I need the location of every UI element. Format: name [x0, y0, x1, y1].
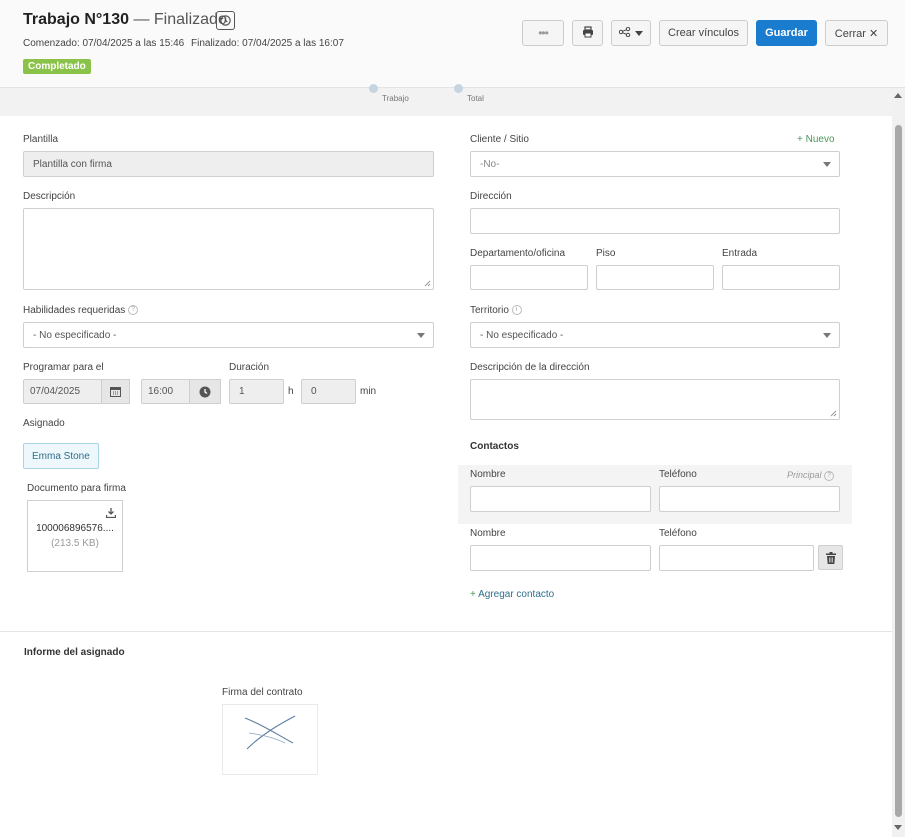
- chevron-down-icon: [417, 333, 425, 338]
- plus-icon: +: [797, 134, 803, 145]
- help-icon[interactable]: ?: [128, 305, 139, 316]
- share-button[interactable]: [611, 20, 651, 46]
- entrance-input[interactable]: [722, 265, 840, 290]
- resize-handle-icon: [424, 280, 431, 287]
- territory-select[interactable]: - No especificado -: [470, 322, 840, 348]
- address-label: Dirección: [470, 191, 512, 202]
- report-title: Informe del asignado: [24, 647, 125, 658]
- save-button[interactable]: Guardar: [756, 20, 817, 46]
- total-time-icon: [454, 84, 463, 93]
- skills-label: Habilidades requeridas ?: [23, 305, 139, 316]
- contact-phone-input[interactable]: [659, 545, 814, 571]
- territory-label: Territorio i: [470, 305, 522, 316]
- started-time: Comenzado: 07/04/2025 a las 15:46: [23, 38, 185, 49]
- add-contact-link[interactable]: + Agregar contacto: [470, 589, 554, 600]
- schedule-label: Programar para el: [23, 362, 104, 373]
- chevron-down-icon: [823, 333, 831, 338]
- client-label: Cliente / Sitio: [470, 134, 529, 145]
- plus-icon: +: [470, 589, 476, 600]
- time-summary-strip: [0, 88, 892, 116]
- print-button[interactable]: [572, 20, 603, 46]
- skills-select[interactable]: - No especificado -: [23, 322, 434, 348]
- time-input[interactable]: 16:00: [141, 379, 191, 404]
- document-card[interactable]: 100006896576.... (213.5 KB): [27, 500, 123, 572]
- signature-image[interactable]: [222, 704, 318, 775]
- contact-phone-input[interactable]: [659, 486, 840, 512]
- signature-label: Firma del contrato: [222, 687, 303, 698]
- history-icon[interactable]: [216, 11, 235, 30]
- download-icon: [106, 508, 116, 518]
- clock-icon[interactable]: [189, 379, 221, 404]
- share-icon: [618, 26, 631, 40]
- contact-name-label: Nombre: [470, 528, 506, 539]
- minutes-unit: min: [360, 386, 377, 397]
- client-select[interactable]: -No-: [470, 151, 840, 177]
- delete-contact-button[interactable]: [818, 545, 843, 570]
- close-button[interactable]: Cerrar ✕: [825, 20, 888, 46]
- scroll-down-icon[interactable]: [894, 825, 902, 830]
- contact-name-input[interactable]: [470, 486, 651, 512]
- contact-phone-label: Teléfono: [659, 469, 697, 480]
- new-client-link[interactable]: + Nuevo: [797, 134, 835, 145]
- help-icon[interactable]: i: [511, 305, 522, 316]
- duration-minutes-input[interactable]: 0: [301, 379, 356, 404]
- assigned-label: Asignado: [23, 418, 65, 429]
- department-label: Departamento/oficina: [470, 248, 566, 259]
- contacts-title: Contactos: [470, 441, 519, 452]
- floor-input[interactable]: [596, 265, 714, 290]
- more-button[interactable]: •••: [522, 20, 564, 46]
- principal-label: Principal ?: [787, 470, 835, 481]
- chevron-down-icon: [635, 30, 643, 36]
- create-links-button[interactable]: Crear vínculos: [659, 20, 748, 46]
- help-icon[interactable]: ?: [824, 470, 835, 481]
- address-description-label: Descripción de la dirección: [470, 362, 590, 373]
- assignee-chip[interactable]: Emma Stone: [23, 443, 99, 469]
- department-input[interactable]: [470, 265, 588, 290]
- duration-label: Duración: [229, 362, 270, 373]
- description-label: Descripción: [23, 191, 76, 202]
- resize-handle-icon: [830, 410, 837, 417]
- scroll-up-icon[interactable]: [894, 93, 902, 98]
- contact-name-label: Nombre: [470, 469, 506, 480]
- finished-time: Finalizado: 07/04/2025 a las 16:07: [191, 38, 344, 49]
- document-name: 100006896576....: [36, 523, 114, 534]
- header-bar: Trabajo N°130 — Finalizado Comenzado: 07…: [0, 0, 905, 88]
- scrollbar-thumb[interactable]: [895, 125, 902, 817]
- contact-name-input[interactable]: [470, 545, 651, 571]
- contact-phone-label: Teléfono: [659, 528, 697, 539]
- strip-label-work: Trabajo: [382, 94, 409, 103]
- template-field[interactable]: Plantilla con firma: [23, 151, 434, 177]
- date-input[interactable]: 07/04/2025: [23, 379, 102, 404]
- chevron-down-icon: [823, 162, 831, 167]
- template-label: Plantilla: [23, 134, 59, 145]
- entrance-label: Entrada: [722, 248, 758, 259]
- page-title: Trabajo N°130 — Finalizado: [23, 11, 227, 28]
- duration-hours-input[interactable]: 1: [229, 379, 284, 404]
- calendar-icon[interactable]: [101, 379, 130, 404]
- description-textarea[interactable]: [23, 208, 434, 290]
- work-time-icon: [369, 84, 378, 93]
- status-badge: Completado: [23, 59, 91, 74]
- document-size: (213.5 KB): [51, 538, 99, 549]
- hours-unit: h: [288, 386, 294, 397]
- printer-icon: [582, 25, 594, 41]
- floor-label: Piso: [596, 248, 616, 259]
- strip-label-total: Total: [467, 94, 484, 103]
- address-input[interactable]: [470, 208, 840, 234]
- trash-icon: [825, 551, 836, 564]
- section-divider: [0, 631, 892, 632]
- document-label: Documento para firma: [27, 483, 126, 494]
- address-description-textarea[interactable]: [470, 379, 840, 420]
